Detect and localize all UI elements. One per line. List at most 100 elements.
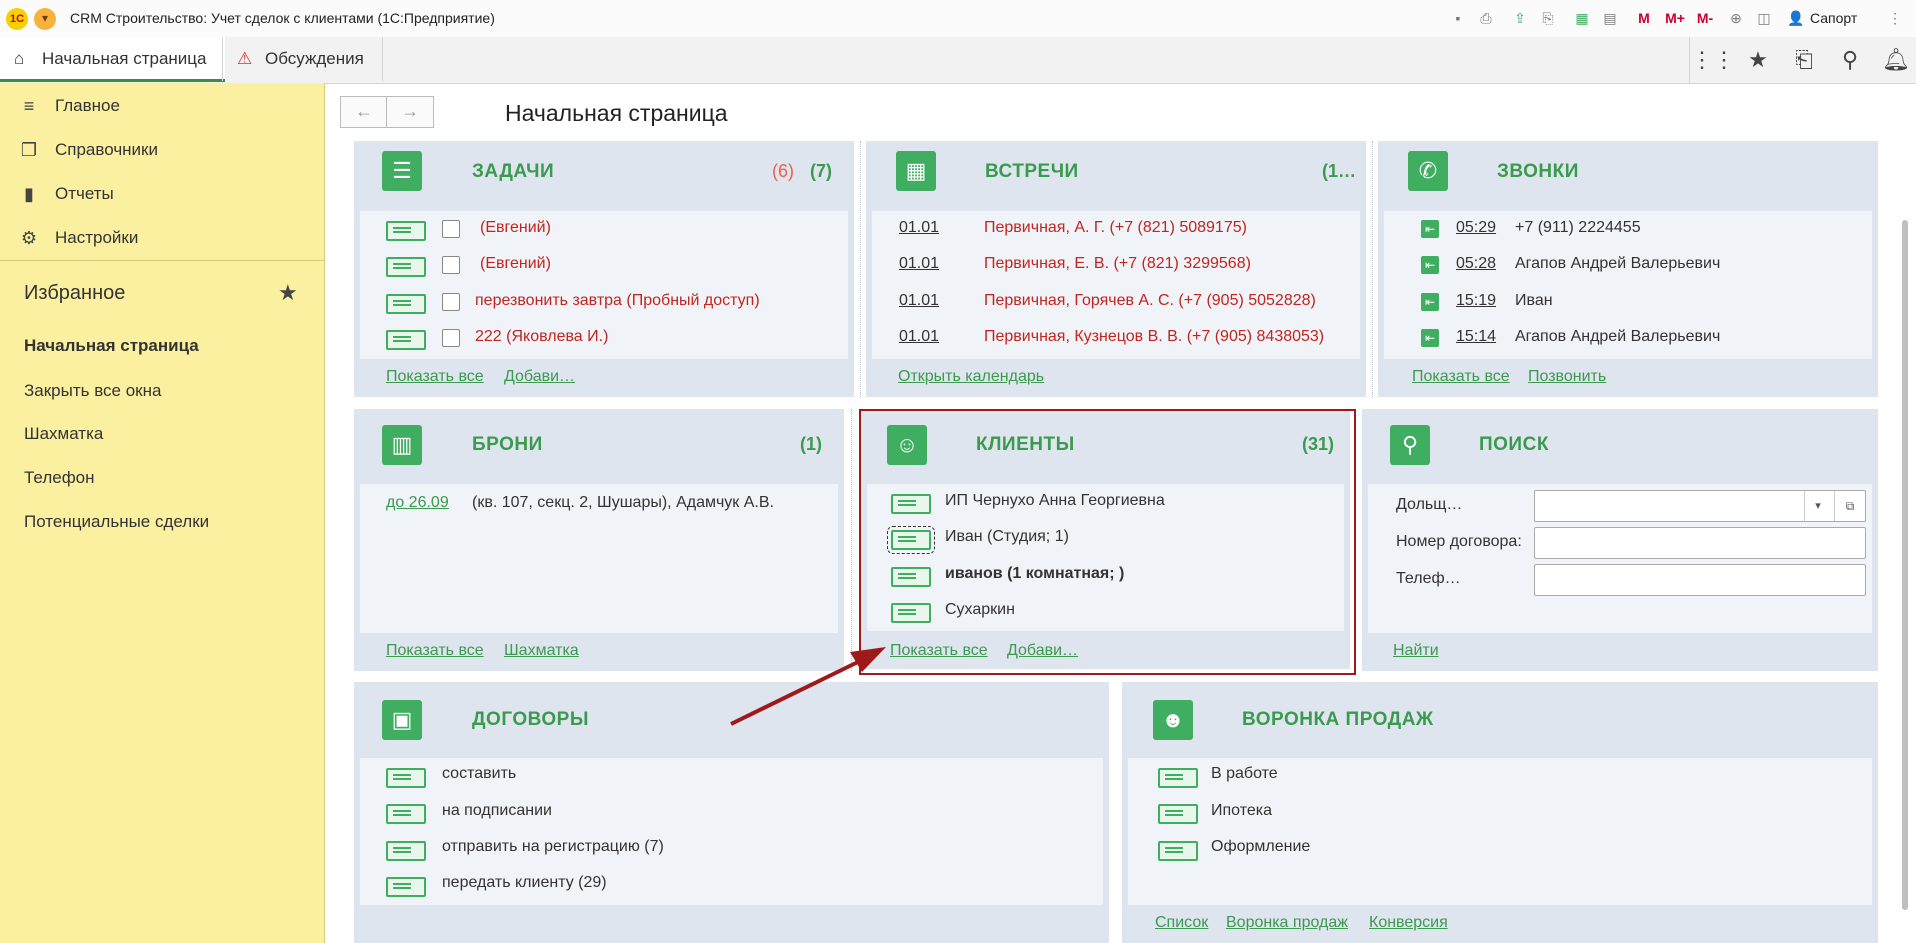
- list-item[interactable]: Ипотека: [1211, 802, 1272, 820]
- task-checkbox[interactable]: [442, 220, 460, 238]
- meeting-date[interactable]: 01.01: [899, 328, 939, 346]
- list-item[interactable]: 222 (Яковлева И.): [475, 328, 608, 346]
- memory-minus-button[interactable]: M-: [1692, 8, 1718, 28]
- sidebar-item-reports[interactable]: ▮ Отчеты: [0, 174, 320, 214]
- list-item[interactable]: (Евгений): [480, 219, 551, 237]
- tasks-panel: ☰ ЗАДАЧИ (6) (7) (Евгений) (Евгений) пер…: [354, 141, 854, 397]
- favorite-chessboard[interactable]: Шахматка: [24, 424, 103, 444]
- list-item[interactable]: Первичная, Е. В. (+7 (821) 3299568): [984, 255, 1251, 273]
- sidebar-item-settings[interactable]: ⚙ Настройки: [0, 218, 320, 258]
- save-icon[interactable]: ▪: [1448, 8, 1468, 28]
- list-item[interactable]: (Евгений): [480, 255, 551, 273]
- zoom-icon[interactable]: ⊕: [1726, 8, 1746, 28]
- meeting-date[interactable]: 01.01: [899, 292, 939, 310]
- meeting-date[interactable]: 01.01: [899, 219, 939, 237]
- main-menu-button[interactable]: ▾: [34, 8, 56, 30]
- contract-number-field[interactable]: [1534, 527, 1866, 559]
- show-all-link[interactable]: Показать все: [386, 368, 484, 386]
- list-item[interactable]: (кв. 107, секц. 2, Шушары), Адамчук А.В.: [472, 494, 774, 512]
- show-all-link[interactable]: Показать все: [386, 642, 484, 660]
- panel-title[interactable]: ВСТРЕЧИ: [985, 161, 1079, 183]
- task-checkbox[interactable]: [442, 293, 460, 311]
- task-icon: [386, 221, 426, 241]
- conversion-link[interactable]: Конверсия: [1369, 914, 1448, 932]
- list-link[interactable]: Список: [1155, 914, 1208, 932]
- add-link[interactable]: Добави…: [504, 368, 575, 386]
- calendar-icon[interactable]: ▤: [1600, 8, 1620, 28]
- open-icon[interactable]: ⧉: [1834, 491, 1865, 521]
- call-time[interactable]: 05:29: [1456, 219, 1496, 237]
- app-logo[interactable]: 1С: [6, 8, 28, 30]
- panel-title[interactable]: ДОГОВОРЫ: [472, 709, 589, 731]
- phone-label: Телеф…: [1396, 570, 1461, 587]
- meetings-list: 01.01 Первичная, А. Г. (+7 (821) 5089175…: [872, 211, 1360, 359]
- print-preview-icon[interactable]: ⎘: [1538, 8, 1558, 28]
- calculator-icon[interactable]: ▦: [1572, 8, 1592, 28]
- favorites-star-icon[interactable]: ★: [1735, 37, 1781, 83]
- apps-grid-icon[interactable]: ⋮⋮: [1689, 37, 1736, 83]
- list-item[interactable]: перезвонить завтра (Пробный доступ): [475, 292, 760, 310]
- notifications-bell-icon[interactable]: 🔔︎: [1873, 37, 1916, 83]
- scrollbar-thumb[interactable]: [1902, 220, 1908, 910]
- favorites-star-icon[interactable]: ★: [278, 280, 298, 306]
- task-checkbox[interactable]: [442, 256, 460, 274]
- list-item[interactable]: отправить на регистрацию (7): [442, 838, 664, 856]
- call-time[interactable]: 05:28: [1456, 255, 1496, 273]
- open-calendar-link[interactable]: Открыть календарь: [898, 368, 1044, 386]
- favorite-potential-deals[interactable]: Потенциальные сделки: [24, 512, 209, 532]
- list-item[interactable]: на подписании: [442, 802, 552, 820]
- find-link[interactable]: Найти: [1393, 642, 1439, 660]
- buyer-field[interactable]: ▾ ⧉: [1534, 490, 1866, 522]
- booking-date[interactable]: до 26.09: [386, 494, 449, 512]
- list-item[interactable]: Агапов Андрей Валерьевич: [1515, 255, 1720, 273]
- forward-button[interactable]: →: [386, 96, 434, 128]
- panels-icon[interactable]: ◫: [1754, 8, 1774, 28]
- sidebar-item-catalogs[interactable]: ❐ Справочники: [0, 130, 320, 170]
- panel-title[interactable]: БРОНИ: [472, 434, 543, 456]
- list-item[interactable]: Агапов Андрей Валерьевич: [1515, 328, 1720, 346]
- chevron-down-icon[interactable]: ▾: [1804, 491, 1831, 521]
- favorite-close-all[interactable]: Закрыть все окна: [24, 381, 161, 401]
- window-menu-icon[interactable]: ⋮: [1885, 8, 1905, 28]
- panel-title[interactable]: ЗАДАЧИ: [472, 161, 554, 183]
- overdue-count[interactable]: (6): [772, 161, 794, 182]
- list-item[interactable]: В работе: [1211, 765, 1278, 783]
- back-button[interactable]: ←: [340, 96, 388, 128]
- print-icon[interactable]: ⎙: [1476, 8, 1496, 28]
- list-item[interactable]: передать клиенту (29): [442, 874, 607, 892]
- tasks-count[interactable]: (7): [810, 161, 832, 182]
- panel-title[interactable]: ВОРОНКА ПРОДАЖ: [1242, 709, 1434, 731]
- panel-title[interactable]: ЗВОНКИ: [1497, 161, 1579, 183]
- bookings-count[interactable]: (1): [800, 434, 822, 455]
- list-item[interactable]: Первичная, Кузнецов В. В. (+7 (905) 8438…: [984, 328, 1324, 346]
- list-item[interactable]: Иван: [1515, 292, 1553, 310]
- list-item[interactable]: Первичная, А. Г. (+7 (821) 5089175): [984, 219, 1247, 237]
- list-item[interactable]: Оформление: [1211, 838, 1310, 856]
- list-item[interactable]: Первичная, Горячев А. С. (+7 (905) 50528…: [984, 292, 1316, 310]
- list-item[interactable]: составить: [442, 765, 516, 783]
- user-name[interactable]: Сапорт: [1810, 10, 1857, 26]
- tab-home[interactable]: ⌂ Начальная страница: [0, 37, 225, 82]
- meetings-count[interactable]: (1…: [1322, 161, 1356, 182]
- list-item[interactable]: +7 (911) 2224455: [1515, 219, 1641, 237]
- show-all-link[interactable]: Показать все: [1412, 368, 1510, 386]
- call-time[interactable]: 15:19: [1456, 292, 1496, 310]
- funnel-link[interactable]: Воронка продаж: [1226, 914, 1348, 932]
- phone-field[interactable]: [1534, 564, 1866, 596]
- tab-discussions[interactable]: ⚠ Обсуждения: [222, 37, 383, 81]
- task-checkbox[interactable]: [442, 329, 460, 347]
- chessboard-link[interactable]: Шахматка: [504, 642, 579, 660]
- search-icon[interactable]: ⚲: [1827, 37, 1873, 83]
- memory-button[interactable]: M: [1634, 8, 1654, 28]
- meeting-date[interactable]: 01.01: [899, 255, 939, 273]
- panel-title[interactable]: ПОИСК: [1479, 434, 1549, 456]
- scrollbar[interactable]: [1900, 150, 1910, 920]
- favorite-home[interactable]: Начальная страница: [24, 336, 199, 356]
- upload-icon[interactable]: ⇪: [1510, 8, 1530, 28]
- memory-plus-button[interactable]: M+: [1662, 8, 1688, 28]
- history-icon[interactable]: ⎗: [1781, 37, 1827, 83]
- sidebar-item-main[interactable]: ≡ Главное: [0, 86, 320, 126]
- call-time[interactable]: 15:14: [1456, 328, 1496, 346]
- favorite-phone[interactable]: Телефон: [24, 468, 95, 488]
- call-link[interactable]: Позвонить: [1528, 368, 1606, 386]
